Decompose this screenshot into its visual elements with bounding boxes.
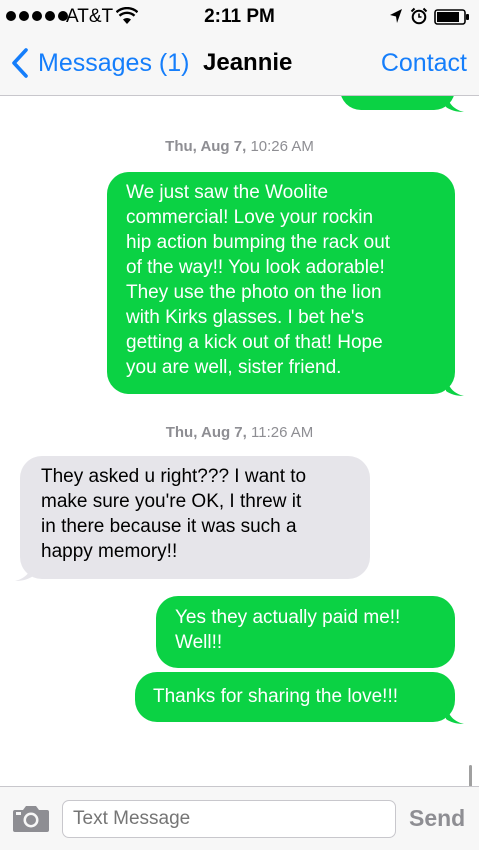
- timestamp-time: 10:26 AM: [246, 138, 314, 155]
- message-line: in there because it was such a: [41, 516, 297, 537]
- message-line: Yes they actually paid me!!: [175, 607, 401, 628]
- back-button-link[interactable]: Messages (1): [10, 47, 189, 79]
- message-line: of the way!! You look adorable!: [126, 257, 385, 278]
- message-line: commercial! Love your rockin: [126, 207, 374, 228]
- message-line: hip action bumping the rack out: [126, 232, 391, 253]
- message-bubble-outgoing[interactable]: Thanks for sharing the love!!!: [135, 672, 455, 722]
- message-bubble-outgoing[interactable]: We just saw the Woolite commercial! Love…: [107, 172, 455, 394]
- message-line: They use the photo on the lion: [126, 282, 382, 303]
- message-line: getting a kick out of that! Hope: [126, 332, 383, 353]
- timestamp-day: Thu, Aug 7,: [165, 424, 247, 441]
- message-bubble-outgoing[interactable]: Yes they actually paid me!! Well!!: [156, 596, 455, 668]
- message-input-bar: Send: [0, 786, 479, 850]
- battery-icon: [434, 9, 469, 25]
- send-button[interactable]: Send: [409, 805, 465, 832]
- location-arrow-icon: [390, 9, 402, 23]
- conversation-name: Jeannie: [203, 49, 293, 76]
- bubble-tail: [446, 376, 464, 396]
- text-message-field[interactable]: [62, 800, 396, 838]
- message-line: They asked u right??? I want to: [41, 466, 307, 487]
- message-line: Well!!: [175, 632, 223, 653]
- message-line: happy memory!!: [41, 541, 178, 562]
- status-time: 2:11 PM: [204, 6, 275, 27]
- back-chevron-icon: [12, 48, 28, 78]
- message-line: make sure you're OK, I threw it: [41, 491, 302, 512]
- back-link-label: Messages (1): [38, 48, 190, 77]
- message-bubble-incoming[interactable]: They asked u right??? I want to make sur…: [20, 456, 370, 579]
- bubble-tail: [446, 704, 464, 724]
- bubble-tail: [15, 561, 33, 581]
- contact-link[interactable]: Contact: [381, 49, 467, 78]
- timestamp: Thu, Aug 7, 11:26 AM: [0, 424, 479, 441]
- timestamp: Thu, Aug 7, 10:26 AM: [0, 138, 479, 155]
- alarm-clock-icon: [410, 7, 428, 25]
- timestamp-day: Thu, Aug 7,: [165, 138, 247, 155]
- message-line: with Kirks glasses. I bet he's: [126, 307, 365, 328]
- camera-icon[interactable]: [12, 803, 50, 833]
- status-bar: AT&T 2:11 PM: [0, 0, 479, 34]
- message-line: Thanks for sharing the love!!!: [153, 686, 399, 707]
- timestamp-time: 11:26 AM: [246, 424, 314, 441]
- scroll-indicator[interactable]: [469, 765, 472, 787]
- message-line: you are well, sister friend.: [126, 357, 342, 378]
- message-line: We just saw the Woolite: [126, 182, 329, 203]
